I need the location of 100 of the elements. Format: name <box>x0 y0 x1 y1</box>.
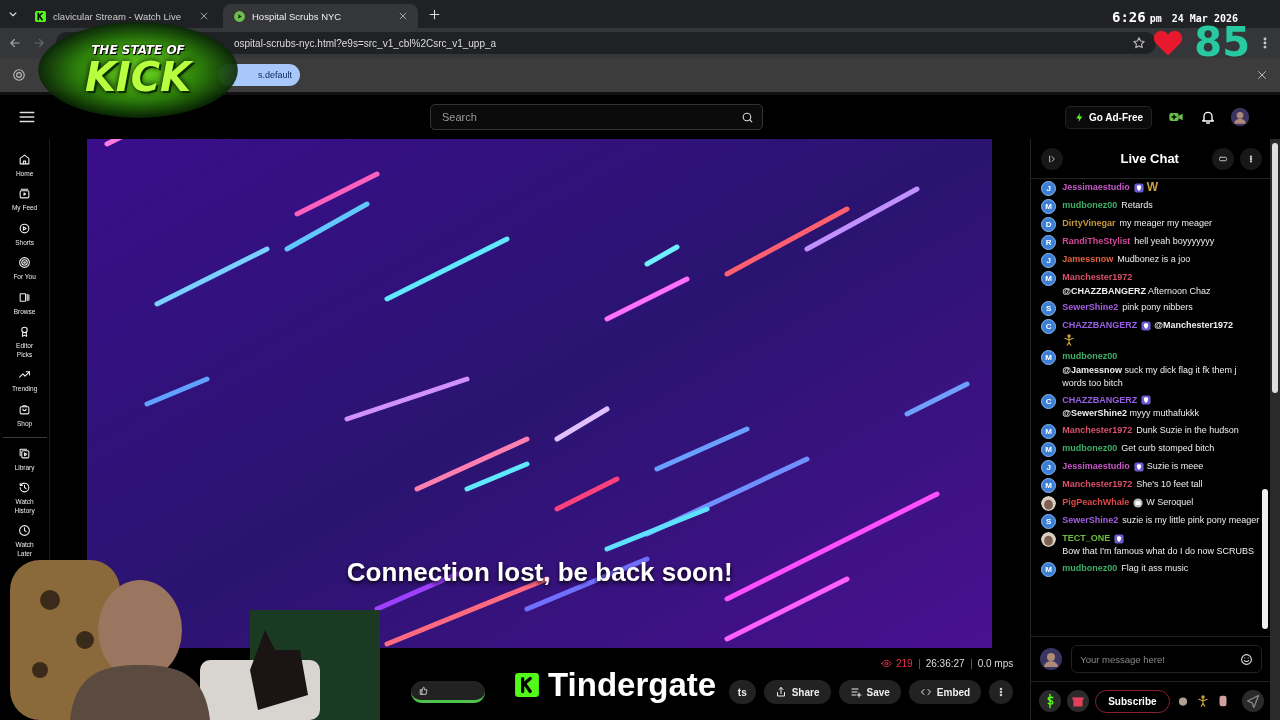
cards-icon <box>18 290 32 304</box>
user-avatar-icon[interactable] <box>1230 107 1250 127</box>
new-tab-icon[interactable] <box>428 7 441 21</box>
collapse-icon[interactable] <box>1041 147 1064 170</box>
send-icon[interactable] <box>1241 690 1264 712</box>
username[interactable]: Manchester1972 <box>1062 272 1133 282</box>
clock-meridiem: pm <box>1149 13 1162 24</box>
target-icon <box>18 256 32 270</box>
uptime: 26:36:27 <box>925 658 965 669</box>
action-button[interactable]: Embed <box>908 680 982 704</box>
theater-icon[interactable] <box>1212 147 1235 170</box>
message-rate: 0.0 mps <box>977 658 1014 669</box>
message-text: She's 10 feet tall <box>1136 477 1203 491</box>
clock-time: 6:26 <box>1112 9 1146 25</box>
username[interactable]: Manchester1972 <box>1062 478 1133 489</box>
message-text: @Jamessnow suck my dick flag it fk them j words too bitch <box>1062 363 1238 390</box>
username[interactable]: mudbonez00 <box>1062 200 1118 210</box>
user-avatar: M <box>1041 477 1057 493</box>
username[interactable]: CHAZZBANGERZ <box>1062 320 1138 331</box>
message-text: W Seroquel <box>1146 495 1194 509</box>
clock-icon <box>18 524 32 538</box>
username[interactable]: CHAZZBANGERZ <box>1062 394 1138 405</box>
close-icon[interactable] <box>199 11 209 21</box>
browser-tab[interactable]: clavicular Stream - Watch Live <box>24 4 219 28</box>
message-text: Retards <box>1121 199 1153 212</box>
username[interactable]: Jessimaestudio <box>1062 460 1130 471</box>
bell-icon[interactable] <box>1200 109 1216 125</box>
chat-title: Live Chat <box>1119 151 1180 166</box>
ad-free-button[interactable]: Go Ad-Free <box>1064 105 1152 129</box>
play-circle-icon <box>18 221 32 235</box>
username[interactable]: Manchester1972 <box>1062 424 1133 435</box>
message-text: Flag it ass music <box>1121 562 1189 575</box>
k-logo-icon <box>34 9 47 23</box>
username[interactable]: TECT_ONE <box>1062 532 1111 543</box>
user-avatar: M <box>1041 199 1057 214</box>
clock-date: 24 Mar 2026 <box>1171 13 1238 24</box>
eye-icon <box>881 658 892 669</box>
more-icon[interactable] <box>1240 147 1263 170</box>
user-avatar: M <box>1041 271 1057 286</box>
search-icon[interactable] <box>741 110 754 124</box>
username[interactable]: DirtyVinegar <box>1062 218 1116 228</box>
action-button[interactable]: Share <box>763 680 831 704</box>
play-logo-icon <box>233 9 246 23</box>
username[interactable]: SewerShine2 <box>1062 302 1119 313</box>
message-text: hell yeah boyyyyyyy <box>1134 235 1215 248</box>
username[interactable]: Jamessnow <box>1062 254 1114 264</box>
username[interactable]: Jessimaestudio <box>1062 182 1130 192</box>
browser-logo-icon <box>12 68 26 82</box>
back-icon[interactable] <box>8 36 22 50</box>
like-bar[interactable] <box>410 681 485 703</box>
subscribe-button[interactable]: Subscribe <box>1095 689 1170 713</box>
share-icon <box>774 686 787 698</box>
username[interactable]: mudbonez00 <box>1062 563 1118 573</box>
message-text: Dunk Suzie in the hudson <box>1136 423 1239 437</box>
message-text: suzie is my little pink pony meager <box>1122 513 1260 527</box>
thumbs-up-icon <box>418 685 429 696</box>
message-text: @Manchester1972 <box>1154 319 1234 333</box>
message-text: @CHAZZBANGERZ Afternoon Chaz <box>1062 284 1211 298</box>
message-field[interactable]: Your message here! <box>1071 645 1263 673</box>
user-avatar: J <box>1041 253 1057 268</box>
viewer-count: 219 <box>881 658 913 669</box>
close-icon[interactable] <box>1256 69 1268 81</box>
user-avatar: R <box>1041 235 1057 250</box>
emote: W <box>1146 180 1159 194</box>
library-icon <box>18 446 32 460</box>
playlist-add-icon <box>849 686 862 698</box>
scrollbar-thumb[interactable] <box>1272 143 1278 393</box>
logo-text: THE STATE OF <box>91 43 185 57</box>
overlay-title: Tindergate <box>548 668 717 701</box>
star-icon[interactable] <box>1132 36 1146 50</box>
message-text: Bow that I'm famous what do I do now SCRUBS <box>1062 545 1254 559</box>
browser-tab[interactable]: Hospital Scrubs NYC <box>223 4 418 28</box>
user-avatar: M <box>1041 441 1057 457</box>
user-avatar: M <box>1041 423 1057 439</box>
message-text: @SewerShine2 myyy muthafukkk <box>1062 407 1200 421</box>
feed-icon <box>18 187 32 201</box>
k-logo-icon <box>514 671 540 698</box>
close-icon[interactable] <box>398 11 408 21</box>
emote-icon[interactable] <box>1195 694 1210 708</box>
username[interactable]: SewerShine2 <box>1062 514 1119 525</box>
user-avatar-icon <box>1039 647 1064 671</box>
scrollbar-thumb[interactable] <box>1262 489 1269 629</box>
message-text: Mudbonez is a joo <box>1117 253 1191 266</box>
search-field[interactable]: Search <box>430 104 763 130</box>
user-avatar: C <box>1041 393 1057 409</box>
action-button[interactable]: Save <box>838 680 901 704</box>
dollar-icon[interactable] <box>1039 690 1062 712</box>
action-button[interactable]: ts <box>728 680 756 704</box>
username[interactable]: RandiTheStylist <box>1062 236 1131 246</box>
user-avatar: D <box>1041 217 1057 232</box>
bag-icon <box>18 402 32 416</box>
username[interactable]: mudbonez00 <box>1062 350 1118 361</box>
gift-icon[interactable] <box>1067 690 1090 712</box>
user-avatar: M <box>1041 349 1057 365</box>
emoji-icon[interactable] <box>1240 652 1254 666</box>
message-text: Get curb stomped bitch <box>1121 441 1215 455</box>
username[interactable]: PigPeachWhale <box>1062 496 1130 507</box>
username[interactable]: mudbonez00 <box>1062 442 1118 453</box>
code-icon <box>919 686 932 698</box>
user-avatar: J <box>1041 459 1057 475</box>
